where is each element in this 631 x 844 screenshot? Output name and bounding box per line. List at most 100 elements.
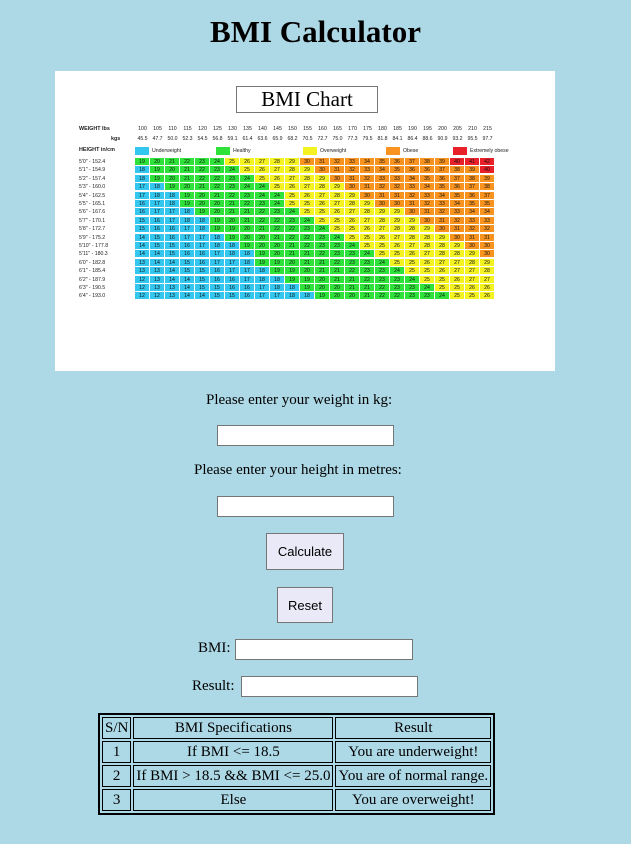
bmi-cell: 19 [270,267,285,276]
bmi-cell: 14 [135,242,150,250]
bmi-cell: 17 [180,233,195,242]
bmi-cell: 25 [465,292,480,301]
bmi-cell: 25 [435,275,450,284]
bmi-cell: 23 [225,174,240,183]
bmi-cell: 23 [315,242,330,250]
cell-spec: Else [133,789,334,811]
bmi-cell: 17 [165,216,180,225]
cell-spec: If BMI > 18.5 && BMI <= 25.0 [133,765,334,787]
bmi-cell: 20 [165,166,180,175]
weight-kgs-value: 45.5 [137,136,148,142]
bmi-cell: 19 [300,284,315,292]
bmi-cell: 21 [360,284,375,292]
bmi-cell: 32 [330,158,345,166]
bmi-cell: 30 [390,200,405,208]
bmi-cell: 33 [435,200,450,208]
bmi-cell: 24 [420,284,435,292]
weight-kgs-value: 50.0 [167,136,178,142]
bmi-cell: 18 [240,258,255,267]
weight-lbs-value: 120 [198,126,207,132]
bmi-cell: 18 [150,191,165,200]
weight-kgs-value: 90.9 [437,136,448,142]
bmi-cell: 27 [345,208,360,217]
bmi-cell: 24 [270,200,285,208]
table-row: 1 If BMI <= 18.5 You are underweight! [102,741,492,763]
bmi-cell: 20 [150,158,165,166]
bmi-cell: 20 [300,267,315,276]
weight-kgs-value: 88.6 [422,136,433,142]
bmi-cell: 14 [135,233,150,242]
weight-kgs-value: 72.7 [317,136,328,142]
bmi-cell: 17 [135,183,150,192]
bmi-cell: 18 [180,216,195,225]
bmi-cell: 23 [390,275,405,284]
weight-kgs-label: kgs [111,136,121,142]
bmi-cell: 27 [465,267,480,276]
bmi-label: BMI: [198,640,231,656]
bmi-cell: 19 [315,292,330,301]
bmi-cell: 32 [450,216,465,225]
weight-label: Please enter your weight in kg: [206,392,393,408]
result-output[interactable] [241,676,418,697]
bmi-cell: 23 [375,275,390,284]
bmi-cell: 25 [360,242,375,250]
bmi-output[interactable] [235,639,413,660]
bmi-chart-image: BMI Chart WEIGHT lbs kgs HEIGHT in/cm 10… [55,71,555,371]
height-row-label: 5'6" - 167.6 [79,209,106,216]
weight-kgs-value: 86.4 [407,136,418,142]
table-header-row: S/N BMI Specifications Result [102,717,492,739]
bmi-cell: 13 [135,258,150,267]
height-row-label: 5'4" - 162.5 [79,192,106,199]
weight-input[interactable] [217,425,394,446]
bmi-cell: 18 [225,242,240,250]
bmi-cell: 33 [420,191,435,200]
bmi-cell: 24 [390,267,405,276]
bmi-cell: 14 [165,267,180,276]
bmi-cell: 21 [285,242,300,250]
bmi-cell: 21 [255,225,270,234]
bmi-cell: 16 [165,225,180,234]
bmi-cell: 17 [195,242,210,250]
bmi-cell: 20 [315,275,330,284]
bmi-cell: 32 [345,166,360,175]
bmi-cell: 21 [345,284,360,292]
bmi-cell: 22 [285,225,300,234]
bmi-cell: 25 [420,275,435,284]
bmi-cell: 42 [480,158,495,166]
bmi-cell: 17 [150,200,165,208]
bmi-cell: 21 [315,258,330,267]
bmi-cell: 20 [255,242,270,250]
bmi-cell: 41 [465,158,480,166]
weight-lbs-value: 130 [228,126,237,132]
weight-kgs-value: 84.1 [392,136,403,142]
bmi-cell: 29 [330,183,345,192]
bmi-cell: 30 [375,200,390,208]
bmi-cell: 18 [135,166,150,175]
reset-button[interactable]: Reset [277,587,333,623]
bmi-cell: 24 [255,191,270,200]
bmi-cell: 28 [375,216,390,225]
weight-kgs-value: 56.8 [212,136,223,142]
bmi-cell: 16 [150,225,165,234]
bmi-cell: 31 [450,225,465,234]
bmi-cell: 31 [435,216,450,225]
bmi-cell: 21 [180,166,195,175]
bmi-cell: 29 [480,258,495,267]
bmi-cell: 39 [435,158,450,166]
bmi-cell: 22 [300,233,315,242]
bmi-cell: 15 [150,233,165,242]
bmi-cell: 19 [150,166,165,175]
header-sn: S/N [102,717,132,739]
calculate-button[interactable]: Calculate [266,533,344,570]
bmi-cell: 22 [180,158,195,166]
bmi-cell: 20 [285,258,300,267]
bmi-cell: 14 [150,258,165,267]
bmi-cell: 26 [405,250,420,259]
bmi-cell: 21 [225,208,240,217]
height-input[interactable] [217,496,394,517]
bmi-cell: 18 [270,275,285,284]
bmi-cell: 24 [330,233,345,242]
bmi-cell: 28 [480,267,495,276]
bmi-cell: 22 [255,216,270,225]
legend-label: Extremely obese [470,148,509,154]
